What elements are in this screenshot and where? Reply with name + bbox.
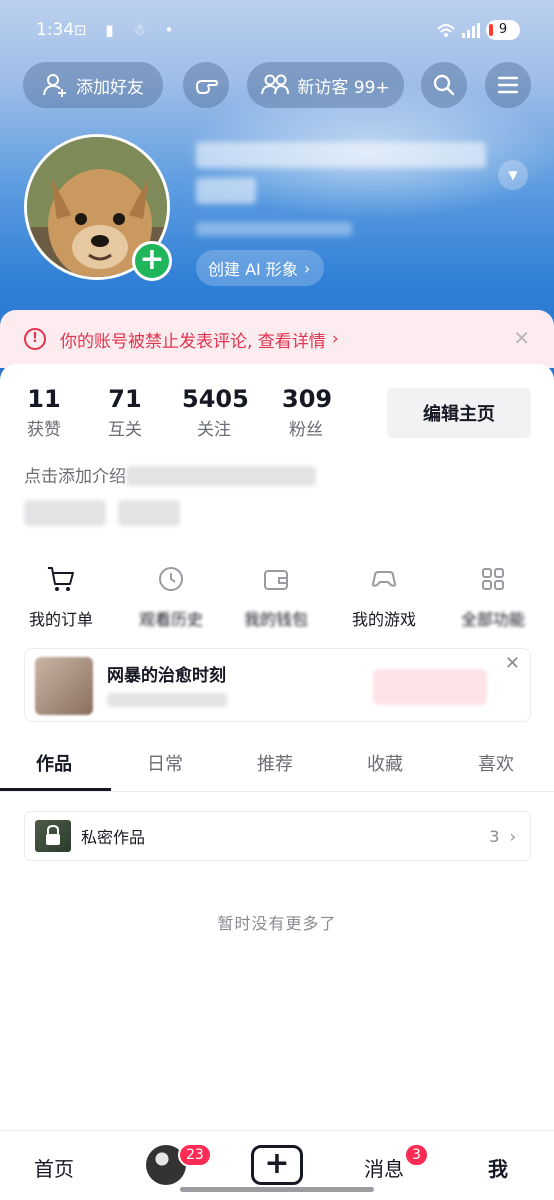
stat-label: 获赞 [27,420,61,440]
signal-icons [436,21,480,43]
stat-value: 309 [282,385,333,413]
tab-likes[interactable]: 喜欢 [478,750,514,776]
battery-icon: 9 [486,20,520,40]
tool-all-features[interactable]: 全部功能 [438,562,548,630]
visitors-icon [261,74,290,95]
promo-subtitle-obscured [107,693,227,707]
tab-daily[interactable]: 日常 [147,750,183,776]
hamburger-menu-icon [497,76,519,94]
nav-home[interactable]: 首页 [34,1153,74,1182]
tool-label: 我的订单 [28,610,93,629]
tag-obscured [118,500,180,526]
stat-likes[interactable]: 11 获赞 [22,385,66,440]
bio-prompt[interactable]: 点击添加介绍 [24,462,126,487]
tag-obscured [24,500,106,526]
tool-label: 全部功能 [460,610,525,629]
active-tab-indicator [0,788,111,791]
private-works-label: 私密作品 [81,828,146,847]
nav-me[interactable]: 我 [488,1153,508,1182]
visitors-button[interactable]: 新访客 99+ [247,62,404,108]
menu-button[interactable] [485,62,531,108]
nickname-obscured [196,138,496,208]
bio-obscured [126,466,316,486]
tool-label: 观看历史 [138,610,203,629]
nav-messages[interactable]: 消息 [364,1153,404,1182]
lock-icon [46,824,60,845]
tab-favorites[interactable]: 收藏 [367,750,403,776]
tool-label: 我的钱包 [243,610,308,629]
stat-label: 粉丝 [289,420,323,440]
add-friend-button[interactable]: 添加好友 [23,62,163,108]
hand-point-icon [196,80,219,94]
wallet-icon [264,570,288,590]
game-icon [371,571,397,587]
tab-works[interactable]: 作品 [36,750,72,776]
status-notification-icons: ⊡ ▮ ☃ • [74,21,181,39]
promo-action-button[interactable] [373,669,487,705]
apps-icon [482,568,504,590]
wifi-signal-icon [437,23,480,38]
home-indicator [180,1187,374,1192]
search-icon [433,74,455,96]
empty-state-text: 暂时没有更多了 [217,914,337,933]
bio-prefix: 点击添加介绍 [24,467,126,487]
add-user-icon [43,74,66,97]
add-avatar-button[interactable]: + [132,241,172,281]
info-icon: ! [24,328,46,350]
promo-card[interactable]: 网暴的治愈时刻 ✕ [24,648,531,722]
chevron-right-icon: › [331,329,339,349]
status-bar: 1:34 ⊡ ▮ ☃ • 9 [0,14,554,48]
comment-ban-notice[interactable]: ! 你的账号被禁止发表评论, 查看详情 › ✕ [0,310,554,368]
stat-value: 11 [27,385,61,413]
close-icon[interactable]: ✕ [513,326,530,350]
close-icon[interactable]: ✕ [505,653,520,674]
status-time: 1:34 [36,20,75,40]
private-count-value: 3 [489,826,500,846]
tool-label: 我的游戏 [351,610,416,629]
account-id-obscured [196,222,352,236]
content-tabs: 作品 日常 推荐 收藏 喜欢 [0,740,554,792]
messages-badge: 3 [404,1143,429,1167]
promo-title: 网暴的治愈时刻 [107,666,226,686]
add-friend-label: 添加好友 [76,77,144,98]
private-thumbnail [35,820,71,852]
battery-level: 9 [498,22,508,37]
poke-button[interactable] [183,62,229,108]
private-works-row[interactable]: 私密作品 3 › [24,811,531,861]
friends-badge: 23 [178,1143,212,1167]
create-ai-avatar-button[interactable]: 创建 AI 形象 › [196,250,325,286]
private-works-count: 3 › [489,826,516,846]
tool-history[interactable]: 观看历史 [116,562,226,630]
visitors-label: 新访客 99+ [297,77,390,98]
ban-notice-text: 你的账号被禁止发表评论, 查看详情 [60,331,326,352]
stat-following[interactable]: 5405 关注 [182,385,249,440]
cart-icon [48,567,74,591]
chevron-right-icon: › [303,258,311,278]
promo-thumbnail [35,657,93,715]
history-icon [159,567,183,591]
stat-label: 关注 [197,420,231,440]
stat-label: 互关 [108,420,142,440]
tool-games[interactable]: 我的游戏 [329,562,439,630]
search-button[interactable] [421,62,467,108]
create-post-button[interactable]: + [251,1145,303,1185]
stat-mutual[interactable]: 71 互关 [103,385,147,440]
create-ai-label: 创建 AI 形象 [208,260,298,279]
stat-followers[interactable]: 309 粉丝 [282,385,333,440]
edit-profile-button[interactable]: 编辑主页 [387,388,531,438]
tool-orders[interactable]: 我的订单 [6,562,116,630]
tab-recommended[interactable]: 推荐 [257,750,293,776]
tool-wallet[interactable]: 我的钱包 [221,562,331,630]
stat-value: 71 [108,385,142,413]
account-switch-dropdown[interactable]: ▼ [498,160,528,190]
stat-value: 5405 [182,385,249,413]
